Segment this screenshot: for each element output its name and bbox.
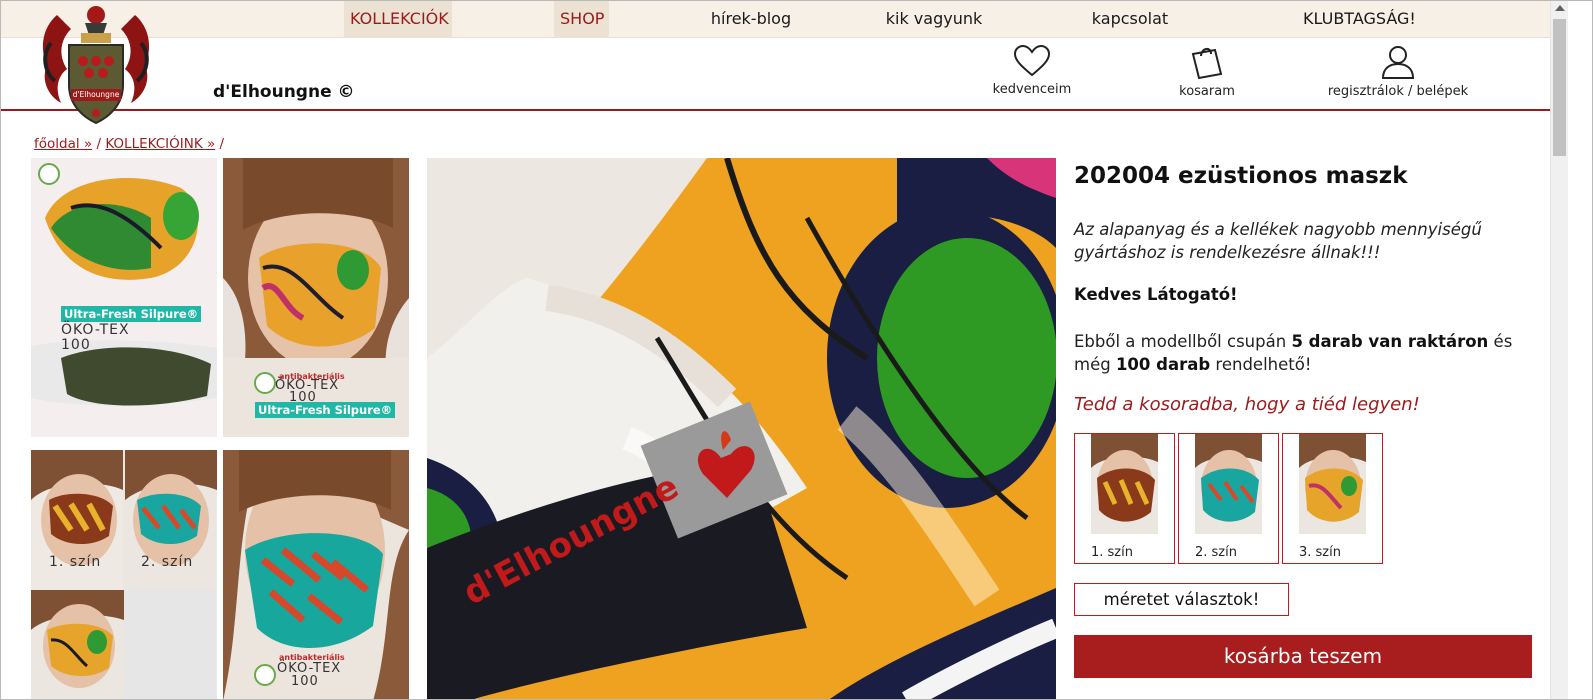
- gallery-empty-slot: [124, 590, 217, 699]
- account-link[interactable]: regisztrálok / belépek: [1327, 44, 1469, 99]
- breadcrumb-home[interactable]: főoldal »: [34, 136, 92, 152]
- favorites-link[interactable]: kedvenceim: [991, 44, 1073, 97]
- scrollbar-thumb[interactable]: [1553, 19, 1566, 156]
- call-to-action: Tedd a kosoradba, hogy a tiéd legyen!: [1074, 394, 1420, 415]
- account-label: regisztrálok / belépek: [1327, 84, 1469, 99]
- stock-orderable: 100 darab: [1115, 355, 1211, 374]
- color-swatch-label: 1. szín: [1091, 545, 1133, 560]
- oekotex-number: 100: [61, 337, 91, 353]
- gallery-thumb-3[interactable]: 1. szín 2. szín: [31, 450, 217, 590]
- stock-in-stock: 5 darab van raktáron: [1291, 332, 1489, 351]
- color-swatch-label: 3. szín: [1299, 545, 1341, 560]
- user-icon: [1381, 46, 1415, 79]
- stock-info: Ebből a modellből csupán 5 darab van rak…: [1074, 330, 1534, 376]
- cart-link[interactable]: kosaram: [1177, 44, 1237, 99]
- choose-size-button[interactable]: méretet választok!: [1074, 583, 1289, 616]
- color-1-caption: 1. szín: [49, 554, 102, 570]
- breadcrumb-separator: /: [92, 136, 106, 152]
- color-2-caption: 2. szín: [141, 554, 194, 570]
- stock-text: Ebből a modellből csupán: [1074, 332, 1292, 351]
- cart-label: kosaram: [1179, 84, 1235, 99]
- oekotex-label: ÖKO-TEX: [61, 322, 130, 338]
- silpure-badge: Ultra-Fresh Silpure®: [255, 402, 396, 418]
- breadcrumb: főoldal » / KOLLEKCIÓINK » /: [34, 136, 224, 152]
- favorites-label: kedvenceim: [992, 82, 1072, 97]
- product-title: 202004 ezüstionos maszk: [1074, 163, 1408, 189]
- site-logo[interactable]: d'Elhoungne: [37, 3, 155, 127]
- logo-text: d'Elhoungne: [72, 90, 120, 99]
- top-navigation: KOLLEKCIÓK SHOP hírek-blog kik vagyunk k…: [1, 1, 1550, 38]
- nav-item-collections[interactable]: KOLLEKCIÓK: [344, 1, 452, 38]
- color-swatch-3[interactable]: 3. szín: [1282, 433, 1383, 564]
- brand-name[interactable]: d'Elhoungne ©: [213, 82, 355, 102]
- color-swatch-label: 2. szín: [1195, 545, 1237, 560]
- vertical-scrollbar[interactable]: [1550, 1, 1568, 699]
- gallery-thumb-5[interactable]: antibakteriális ÖKO-TEX 100: [223, 450, 409, 699]
- browser-page: KOLLEKCIÓK SHOP hírek-blog kik vagyunk k…: [0, 0, 1593, 700]
- nav-item-about[interactable]: kik vagyunk: [879, 1, 989, 38]
- stock-text: rendelhető!: [1210, 355, 1312, 374]
- product-description: Az alapanyag és a kellékek nagyobb menny…: [1074, 220, 1482, 262]
- color-swatch-1[interactable]: 1. szín: [1074, 433, 1175, 564]
- heart-icon: [1013, 44, 1051, 77]
- gallery-thumb-2[interactable]: antibakteriális ÖKO-TEX 100 Ultra-Fresh …: [223, 158, 409, 437]
- add-to-cart-button[interactable]: kosárba teszem: [1074, 635, 1532, 678]
- gallery-thumb-1[interactable]: Ultra-Fresh Silpure® ÖKO-TEX 100: [31, 158, 217, 437]
- breadcrumb-separator: /: [215, 136, 225, 152]
- site-header: d'Elhoungne © kedvenceim kosaram regiszt…: [1, 38, 1550, 111]
- scroll-up-arrow-icon[interactable]: [1555, 5, 1565, 11]
- nav-item-shop[interactable]: SHOP: [554, 1, 609, 38]
- breadcrumb-collections[interactable]: KOLLEKCIÓINK »: [105, 136, 215, 152]
- color-swatch-2[interactable]: 2. szín: [1178, 433, 1279, 564]
- nav-item-blog[interactable]: hírek-blog: [701, 1, 801, 38]
- greeting: Kedves Látogató!: [1074, 285, 1238, 304]
- main-product-image[interactable]: d'Elhoungne: [427, 158, 1056, 699]
- silpure-badge: Ultra-Fresh Silpure®: [61, 306, 202, 322]
- gallery-thumb-4[interactable]: [31, 590, 124, 699]
- nav-item-club[interactable]: KLUBTAGSÁG!: [1297, 1, 1419, 38]
- shopping-bag-icon: [1191, 48, 1223, 80]
- window-edge: [1568, 1, 1592, 699]
- oekotex-number: 100: [291, 674, 319, 689]
- nav-item-contact[interactable]: kapcsolat: [1085, 1, 1175, 38]
